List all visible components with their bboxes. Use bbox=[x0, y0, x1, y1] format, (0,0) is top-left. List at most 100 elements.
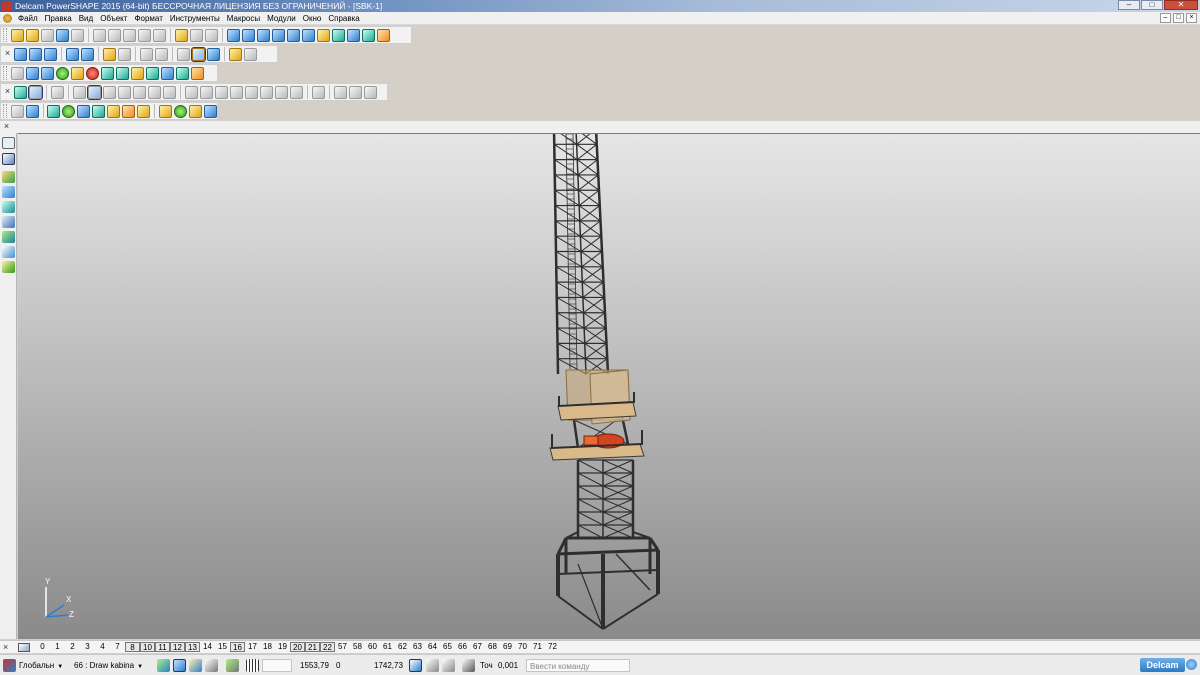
level-button[interactable]: 20 bbox=[290, 642, 305, 652]
view-iso2-icon[interactable] bbox=[29, 47, 42, 61]
level-button[interactable]: 16 bbox=[230, 642, 245, 652]
level-button[interactable]: 63 bbox=[410, 641, 425, 653]
delete-icon[interactable] bbox=[138, 28, 151, 42]
keyboard-icon[interactable] bbox=[442, 659, 455, 672]
calculator-icon[interactable] bbox=[409, 659, 422, 672]
line-icon[interactable] bbox=[242, 28, 255, 42]
document-icon[interactable] bbox=[3, 14, 12, 23]
gear-icon[interactable] bbox=[226, 659, 239, 672]
extrude-icon[interactable] bbox=[73, 85, 86, 99]
toolbar-close-button[interactable]: × bbox=[3, 86, 12, 98]
die-icon[interactable] bbox=[77, 104, 91, 118]
assembly-tree-icon[interactable] bbox=[92, 104, 106, 118]
mold-icon[interactable] bbox=[62, 104, 76, 118]
view-iso1-icon[interactable] bbox=[14, 47, 27, 61]
cone-icon[interactable] bbox=[101, 66, 114, 80]
box-icon[interactable] bbox=[131, 66, 144, 80]
arrow-icon[interactable] bbox=[191, 66, 204, 80]
menu-macros[interactable]: Макросы bbox=[227, 12, 260, 25]
assembly-objects-icon[interactable] bbox=[2, 261, 15, 273]
snap-icon[interactable] bbox=[157, 659, 170, 672]
mesh-tool-icon[interactable] bbox=[189, 104, 202, 118]
fillet-icon[interactable] bbox=[230, 85, 243, 99]
surface-icon[interactable] bbox=[332, 28, 345, 42]
check-icon[interactable] bbox=[364, 85, 377, 99]
tolerance-value[interactable]: 0,001 bbox=[498, 659, 518, 672]
shell-icon[interactable] bbox=[41, 66, 54, 80]
undo-icon[interactable] bbox=[175, 28, 188, 42]
measure-icon[interactable] bbox=[25, 104, 39, 118]
print-preview-icon[interactable] bbox=[71, 28, 84, 42]
level-button[interactable]: 71 bbox=[530, 641, 545, 653]
level-button[interactable]: 72 bbox=[545, 641, 560, 653]
copy-icon[interactable] bbox=[108, 28, 121, 42]
level-button[interactable]: 2 bbox=[65, 641, 80, 653]
level-button[interactable]: 58 bbox=[350, 641, 365, 653]
level-button[interactable]: 67 bbox=[470, 641, 485, 653]
menu-window[interactable]: Окно bbox=[303, 12, 322, 25]
drawing-icon[interactable] bbox=[137, 104, 151, 118]
dimension-icon[interactable] bbox=[317, 28, 330, 42]
info-icon[interactable] bbox=[161, 66, 174, 80]
level-button[interactable]: 4 bbox=[95, 641, 110, 653]
toolbar-grip[interactable] bbox=[3, 28, 7, 42]
cut-solid-icon[interactable] bbox=[103, 85, 116, 99]
minimize-button[interactable]: – bbox=[1118, 0, 1140, 10]
mirror-icon[interactable] bbox=[290, 85, 303, 99]
arc-icon[interactable] bbox=[257, 28, 270, 42]
quick-select-icon[interactable] bbox=[2, 153, 15, 165]
component-library-icon[interactable] bbox=[107, 104, 121, 118]
globe-icon[interactable] bbox=[177, 47, 190, 61]
prism-icon[interactable] bbox=[116, 66, 129, 80]
loft-icon[interactable] bbox=[133, 85, 146, 99]
grid-icon[interactable] bbox=[246, 659, 259, 672]
level-button[interactable]: 10 bbox=[140, 642, 155, 652]
curve-icon[interactable] bbox=[287, 28, 300, 42]
edit-icon[interactable] bbox=[205, 28, 218, 42]
menu-edit[interactable]: Правка bbox=[45, 12, 72, 25]
menu-modules[interactable]: Модули bbox=[267, 12, 296, 25]
menu-object[interactable]: Объект bbox=[100, 12, 127, 25]
red-sphere-icon[interactable] bbox=[86, 66, 99, 80]
redo-icon[interactable] bbox=[190, 28, 203, 42]
wireframe-icon[interactable] bbox=[207, 47, 220, 61]
boolean-int-icon[interactable] bbox=[215, 85, 228, 99]
boolean-add-icon[interactable] bbox=[185, 85, 198, 99]
assembly-icon[interactable] bbox=[146, 66, 159, 80]
level-button[interactable]: 70 bbox=[515, 641, 530, 653]
level-button[interactable]: 65 bbox=[440, 641, 455, 653]
level-button[interactable]: 17 bbox=[245, 641, 260, 653]
history-icon[interactable] bbox=[334, 85, 347, 99]
toolbar-close-button[interactable]: × bbox=[3, 48, 12, 60]
electrode-icon[interactable] bbox=[47, 104, 61, 118]
level-button[interactable]: 69 bbox=[500, 641, 515, 653]
toolbar-grip[interactable] bbox=[3, 66, 7, 80]
level-bar-close-button[interactable]: × bbox=[3, 642, 8, 653]
level-button[interactable]: 11 bbox=[155, 642, 170, 652]
level-button[interactable]: 12 bbox=[170, 642, 185, 652]
tools-icon[interactable] bbox=[377, 28, 390, 42]
zoom-all-icon[interactable] bbox=[155, 47, 168, 61]
paste-icon[interactable] bbox=[123, 28, 136, 42]
lock-icon[interactable] bbox=[205, 659, 218, 672]
crane-tower-model[interactable] bbox=[18, 134, 1200, 639]
feature-icon[interactable] bbox=[51, 85, 64, 99]
send-icon[interactable] bbox=[204, 104, 217, 118]
workplane-icon[interactable] bbox=[227, 28, 240, 42]
mdi-restore-button[interactable]: □ bbox=[1173, 13, 1184, 23]
toolbar-grip[interactable] bbox=[3, 104, 7, 118]
primitive-objects-icon[interactable] bbox=[2, 216, 15, 228]
level-manager-icon[interactable] bbox=[18, 643, 30, 652]
tree-icon[interactable] bbox=[349, 85, 362, 99]
menu-format[interactable]: Формат bbox=[134, 12, 162, 25]
level-button[interactable]: 68 bbox=[485, 641, 500, 653]
grid-value-field[interactable] bbox=[262, 659, 292, 672]
maximize-button[interactable]: □ bbox=[1141, 0, 1163, 10]
shell-solid-icon[interactable] bbox=[148, 85, 161, 99]
table-icon[interactable] bbox=[11, 66, 24, 80]
boolean-sub-icon[interactable] bbox=[200, 85, 213, 99]
open-file-icon[interactable] bbox=[26, 28, 39, 42]
save-icon[interactable] bbox=[56, 28, 69, 42]
draft-icon[interactable] bbox=[163, 85, 176, 99]
solid-mode-icon[interactable] bbox=[28, 84, 43, 100]
